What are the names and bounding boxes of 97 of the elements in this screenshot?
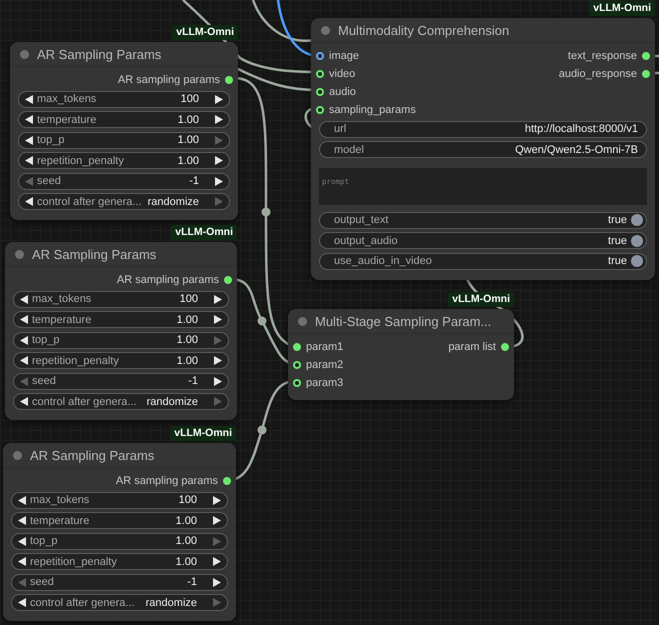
increment-arrow-icon[interactable] [214,376,222,386]
output-label: param list [448,341,496,353]
number-widget[interactable]: temperature 1.00 [18,111,230,128]
number-widget[interactable]: top_p 1.00 [13,332,229,349]
input-label: video [329,68,356,80]
input-label: param2 [306,359,344,371]
collapse-dot-icon[interactable] [13,450,22,460]
node-badge: vLLM-Omni [172,25,238,40]
decrement-arrow-icon[interactable] [18,516,26,526]
node-title: AR Sampling Params [32,246,156,262]
decrement-arrow-icon[interactable] [25,197,33,206]
node-title: AR Sampling Params [37,46,162,62]
toggle-knob[interactable] [631,255,643,268]
input-label: image [329,50,359,62]
decrement-arrow-icon[interactable] [20,397,28,406]
input-slot-icon[interactable] [316,106,324,114]
output-label: AR sampling params [116,274,219,286]
decrement-arrow-icon[interactable] [20,315,28,324]
node-badge: vLLM-Omni [589,1,655,16]
toggle-knob[interactable] [631,234,643,247]
increment-arrow-icon[interactable] [214,294,222,304]
node-title: Multimodality Comprehension [338,22,510,38]
input-label: param1 [306,341,344,353]
decrement-arrow-icon[interactable] [20,336,28,345]
input-slot-icon[interactable] [293,379,301,387]
decrement-arrow-icon[interactable] [25,115,33,124]
input-label: audio [329,86,356,98]
output-slot-icon[interactable] [642,52,650,60]
increment-arrow-icon[interactable] [213,578,221,587]
number-widget[interactable]: top_p 1.00 [18,132,230,149]
number-widget[interactable]: control after genera... randomize [13,393,229,410]
number-widget[interactable]: control after genera... randomize [11,594,228,612]
input-label: sampling_params [329,104,416,116]
output-label: text_response [568,50,637,62]
number-widget[interactable]: max_tokens 100 [11,492,228,509]
collapse-dot-icon[interactable] [321,26,330,34]
input-label: param3 [306,377,344,389]
number-widget[interactable]: seed -1 [13,372,229,390]
number-widget[interactable]: max_tokens 100 [13,290,229,308]
node-title: AR Sampling Params [30,448,154,462]
number-widget[interactable]: control after genera... randomize [18,193,230,210]
increment-arrow-icon[interactable] [213,557,221,566]
collapse-dot-icon[interactable] [20,50,29,58]
output-label: audio_response [558,68,637,80]
text-widget[interactable]: url http://localhost:8000/v1 [319,120,647,138]
input-slot-icon[interactable] [316,52,324,60]
toggle-widget[interactable]: use_audio_in_video true [319,252,647,270]
number-widget[interactable]: temperature 1.00 [11,512,228,530]
increment-arrow-icon[interactable] [215,94,223,104]
number-widget[interactable]: top_p 1.00 [11,532,228,550]
decrement-arrow-icon[interactable] [18,598,26,608]
wire-midpoint-dot[interactable] [258,426,266,434]
toggle-widget[interactable]: output_text true [319,212,647,229]
node-badge: vLLM-Omni [448,292,514,307]
output-slot-icon[interactable] [642,70,650,78]
increment-arrow-icon[interactable] [215,156,223,166]
collapse-dot-icon[interactable] [298,316,307,326]
toggle-knob[interactable] [631,214,643,226]
decrement-arrow-icon[interactable] [18,557,26,566]
increment-arrow-icon[interactable] [215,176,223,186]
decrement-arrow-icon[interactable] [18,536,26,546]
number-widget[interactable]: repetition_penalty 1.00 [13,352,229,370]
number-widget[interactable]: repetition_penalty 1.00 [18,152,230,170]
decrement-arrow-icon[interactable] [25,156,33,166]
wire-midpoint-dot[interactable] [258,316,266,326]
number-widget[interactable]: temperature 1.00 [13,311,229,328]
node-badge: vLLM-Omni [171,225,237,240]
decrement-arrow-icon[interactable] [25,94,33,104]
number-widget[interactable]: seed -1 [18,172,230,190]
increment-arrow-icon[interactable] [214,356,222,366]
node-badge: vLLM-Omni [170,426,236,441]
increment-arrow-icon[interactable] [215,115,223,124]
input-slot-icon[interactable] [293,343,301,351]
number-widget[interactable]: repetition_penalty 1.00 [11,553,228,570]
input-slot-icon[interactable] [316,70,324,78]
decrement-arrow-icon[interactable] [20,356,28,366]
node-title: Multi-Stage Sampling Param... [315,314,492,328]
number-widget[interactable]: max_tokens 100 [18,90,230,108]
output-slot-icon[interactable] [223,477,231,485]
input-slot-icon[interactable] [293,361,301,369]
text-widget[interactable]: model Qwen/Qwen2.5-Omni-7B [319,141,647,158]
input-slot-icon[interactable] [316,88,324,96]
output-slot-icon[interactable] [225,76,233,84]
collapse-dot-icon[interactable] [15,250,24,258]
increment-arrow-icon[interactable] [213,516,221,526]
output-slot-icon[interactable] [501,343,509,351]
wire-midpoint-dot[interactable] [262,208,270,216]
increment-arrow-icon[interactable] [214,315,222,324]
decrement-arrow-icon[interactable] [18,496,26,505]
increment-arrow-icon[interactable] [213,496,221,505]
toggle-widget[interactable]: output_audio true [319,232,647,250]
number-widget[interactable]: seed -1 [11,574,228,591]
output-label: AR sampling params [116,475,218,487]
decrement-arrow-icon[interactable] [20,294,28,304]
decrement-arrow-icon[interactable] [25,136,33,145]
output-label: AR sampling params [118,74,220,86]
output-slot-icon[interactable] [224,276,232,284]
